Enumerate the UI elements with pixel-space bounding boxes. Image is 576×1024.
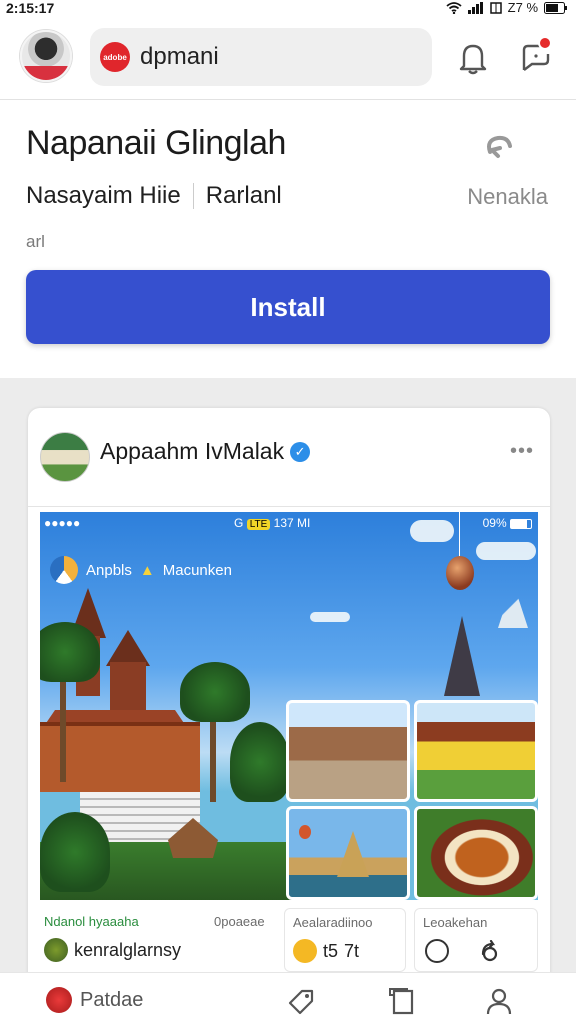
developer-name[interactable]: Nasayaim Hiie bbox=[26, 182, 181, 210]
post-divider bbox=[28, 506, 550, 507]
footer-col1-title: Ndanol hyaaaha bbox=[44, 914, 139, 929]
reaction-count-1: t5 bbox=[323, 940, 339, 961]
stupa bbox=[337, 831, 369, 877]
warning-icon: ▲ bbox=[139, 561, 155, 579]
app-meta-row: Nasayaim Hiie Rarlanl bbox=[26, 182, 282, 210]
signal-icon bbox=[467, 1, 483, 14]
footer-col2-title: Aealaradiinoo bbox=[293, 915, 373, 930]
screenshot-status-signal: ●●●●● bbox=[44, 516, 81, 530]
lantern bbox=[446, 556, 474, 590]
photo-tile-house[interactable] bbox=[414, 700, 538, 802]
photo-tile-stupa[interactable] bbox=[286, 806, 410, 900]
refresh-icon[interactable] bbox=[480, 130, 518, 164]
lantern-string bbox=[459, 512, 460, 558]
app-title: Napanaii Glinglah bbox=[26, 124, 286, 162]
document-icon[interactable] bbox=[388, 987, 418, 1015]
battery-percent: Z7 % bbox=[507, 0, 538, 15]
wifi-icon bbox=[446, 1, 462, 14]
screenshot-status-badge: LTE bbox=[246, 519, 271, 530]
screenshot-app-name-2: Macunken bbox=[162, 561, 232, 579]
sim-icon bbox=[489, 1, 502, 14]
screenshot-battery-icon bbox=[510, 518, 532, 529]
cloud bbox=[310, 612, 350, 622]
tag-icon[interactable] bbox=[286, 987, 316, 1015]
verified-badge-icon: ✓ bbox=[290, 441, 311, 462]
reaction-count-2: 7t bbox=[344, 940, 360, 961]
status-bar: 2:15:17 Z7 % bbox=[0, 0, 576, 18]
search-text: dpmani bbox=[140, 43, 219, 70]
photo-tile-building[interactable] bbox=[286, 700, 410, 802]
notification-dot bbox=[538, 36, 552, 50]
palm-tree bbox=[180, 662, 250, 722]
post-card: Appaahm IvMalak ✓ ••• ●●●●● G LTE 137 MI… bbox=[28, 408, 550, 1024]
pagoda-roof bbox=[106, 630, 150, 666]
cloud bbox=[476, 542, 536, 560]
app-note: arl bbox=[26, 232, 45, 251]
bush bbox=[230, 722, 290, 802]
balloon bbox=[299, 825, 311, 839]
install-button[interactable]: Install bbox=[26, 270, 550, 344]
post-image[interactable]: ●●●●● G LTE 137 MI 09% Anpbls ▲ Macunken bbox=[40, 512, 538, 900]
nav-item-home[interactable]: Patdae bbox=[46, 987, 143, 1013]
emoji-icon bbox=[293, 939, 317, 963]
pagoda-tower bbox=[110, 662, 146, 712]
bush bbox=[40, 812, 110, 892]
footer-col-reactions: Aealaradiinoo t5 7t bbox=[284, 908, 406, 972]
profile-avatar[interactable] bbox=[20, 30, 72, 82]
palm-tree bbox=[40, 622, 100, 682]
bottom-nav: Patdae bbox=[0, 972, 576, 1024]
status-icons: Z7 % bbox=[446, 0, 568, 15]
reaction-row[interactable]: t5 7t bbox=[293, 939, 359, 963]
search-logo-icon: adobe bbox=[100, 42, 130, 72]
kite bbox=[498, 582, 528, 628]
screenshot-status-right: 09% bbox=[483, 516, 532, 530]
action-row bbox=[425, 939, 501, 963]
top-bar: adobe dpmani bbox=[0, 18, 576, 100]
screenshot-app-logo-icon bbox=[50, 556, 78, 584]
app-info-card: Napanaii Glinglah Nasayaim Hiie Rarlanl … bbox=[0, 100, 576, 378]
user-mini-avatar bbox=[44, 938, 68, 962]
photo-tile-food[interactable] bbox=[414, 806, 538, 900]
post-footer: Ndanol hyaaaha 0poaeae kenralglarnsy Aea… bbox=[28, 908, 550, 978]
app-category: Rarlanl bbox=[205, 182, 282, 209]
footer-col-actions: Leoakehan bbox=[414, 908, 538, 972]
home-dot-icon bbox=[46, 987, 72, 1013]
bell-icon[interactable] bbox=[456, 40, 490, 76]
screenshot-status-center: G LTE 137 MI bbox=[234, 516, 311, 530]
screenshot-status-bar: ●●●●● G LTE 137 MI 09% bbox=[40, 512, 538, 534]
comment-icon[interactable] bbox=[425, 939, 449, 963]
temple-spire bbox=[444, 616, 480, 696]
profile-icon[interactable] bbox=[484, 987, 514, 1015]
screenshot-app-name: Anpbls bbox=[86, 561, 132, 579]
post-author[interactable]: Appaahm IvMalak ✓ bbox=[100, 438, 311, 465]
footer-user-row[interactable]: kenralglarnsy bbox=[44, 938, 181, 962]
footer-username: kenralglarnsy bbox=[74, 939, 182, 960]
footer-col1-sub: 0poaeae bbox=[214, 914, 265, 929]
share-arrow-icon[interactable] bbox=[479, 940, 501, 962]
meta-right-text: Nenakla bbox=[467, 184, 548, 209]
more-options-button[interactable]: ••• bbox=[510, 440, 534, 463]
nav-item-home-label: Patdae bbox=[80, 988, 144, 1011]
footer-col-user: Ndanol hyaaaha 0poaeae kenralglarnsy bbox=[38, 908, 278, 972]
screenshot-app-header: Anpbls ▲ Macunken bbox=[50, 556, 232, 584]
chat-button[interactable] bbox=[518, 36, 554, 76]
search-bar[interactable]: adobe dpmani bbox=[90, 28, 432, 86]
footer-col3-title: Leoakehan bbox=[423, 915, 488, 930]
post-author-name: Appaahm IvMalak bbox=[100, 438, 285, 464]
status-time: 2:15:17 bbox=[6, 0, 55, 16]
battery-icon bbox=[544, 1, 567, 14]
meta-divider bbox=[192, 183, 194, 209]
post-author-avatar[interactable] bbox=[40, 432, 90, 482]
cloud bbox=[410, 520, 454, 542]
